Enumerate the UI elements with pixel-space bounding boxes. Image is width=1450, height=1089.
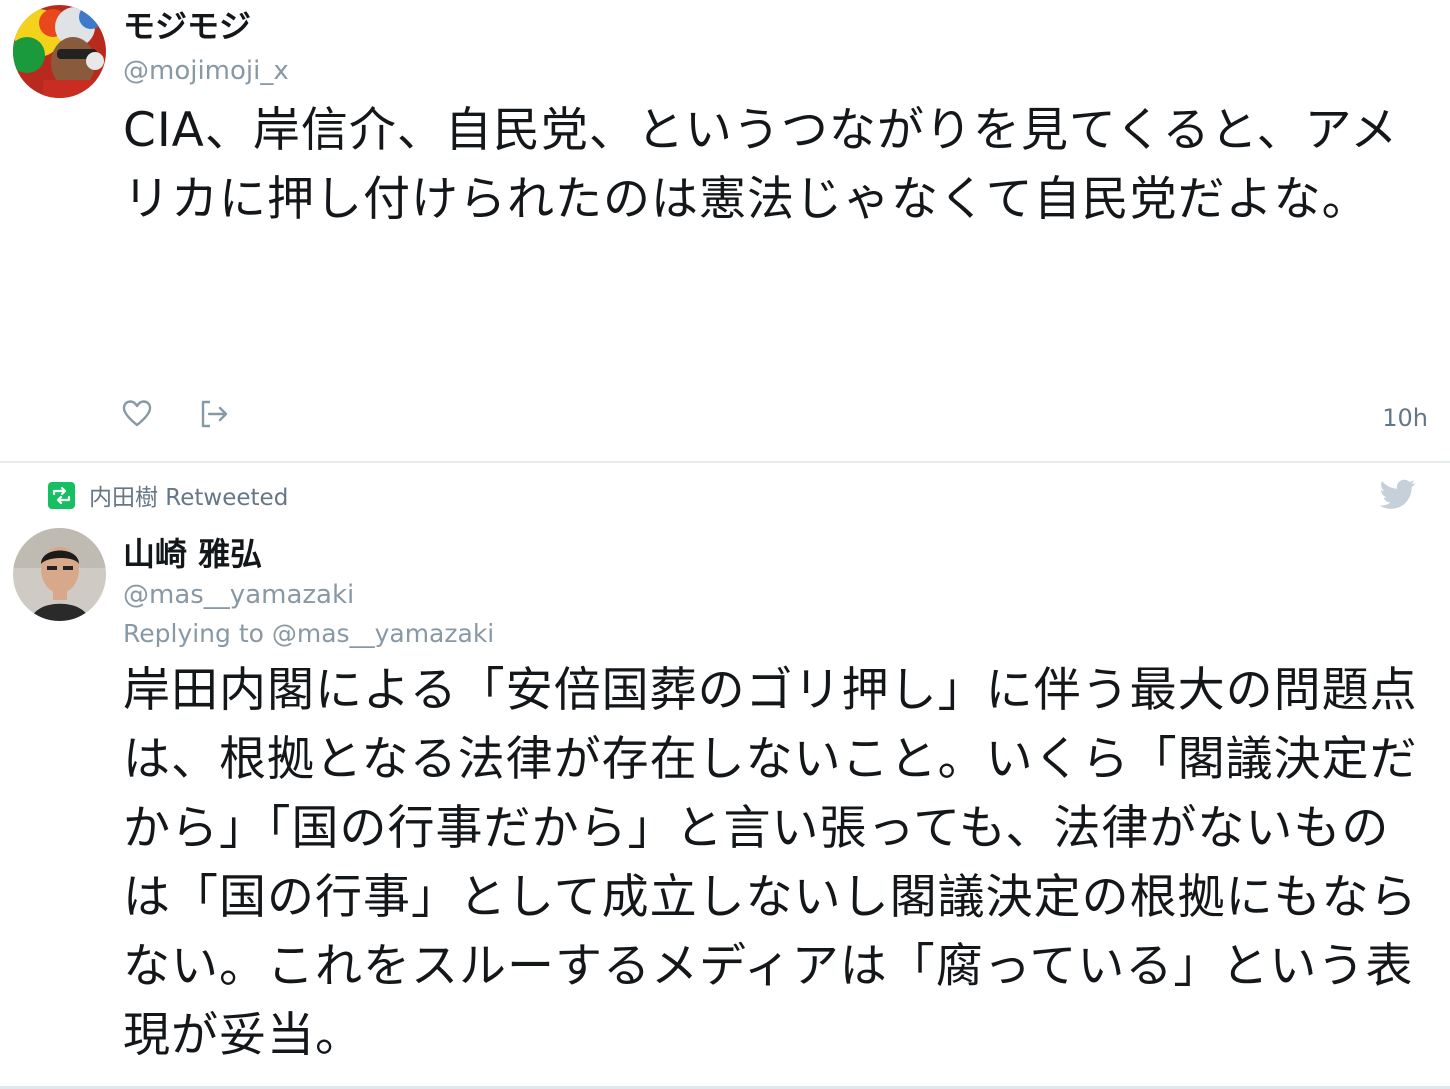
avatar-image [13,528,106,621]
retweeted-by-label[interactable]: 内田樹 Retweeted [89,478,288,512]
avatar[interactable] [13,528,106,621]
share-icon[interactable] [198,398,230,430]
replying-to-label[interactable]: Replying to @mas__yamazaki [123,618,494,650]
retweet-context: 内田樹 Retweeted [48,478,288,512]
user-handle[interactable]: @mojimoji_x [123,55,289,87]
display-name[interactable]: モジモジ [123,6,251,46]
tweet-mojimoji[interactable]: モジモジ @mojimoji_x CIA、岸信介、自民党、というつながりを見てく… [0,0,1450,460]
tweet-yamazaki[interactable]: 内田樹 Retweeted 山崎 雅弘 @mas__yamazaki Reply… [0,463,1450,1087]
avatar[interactable] [13,5,106,98]
tweet-text: CIA、岸信介、自民党、というつながりを見てくると、アメリカに押し付けられたのは… [123,103,1399,227]
avatar-image [13,5,106,98]
display-name[interactable]: 山崎 雅弘 [123,534,262,574]
user-handle[interactable]: @mas__yamazaki [123,579,354,611]
twitter-bird-icon [1380,479,1416,509]
timestamp[interactable]: 10h [1382,403,1428,433]
tweet-text: 岸田内閣による「安倍国葬のゴリ押し」に伴う最大の問題点は、根拠となる法律が存在し… [123,663,1418,1063]
retweet-icon [48,481,75,509]
heart-icon[interactable] [121,398,153,430]
